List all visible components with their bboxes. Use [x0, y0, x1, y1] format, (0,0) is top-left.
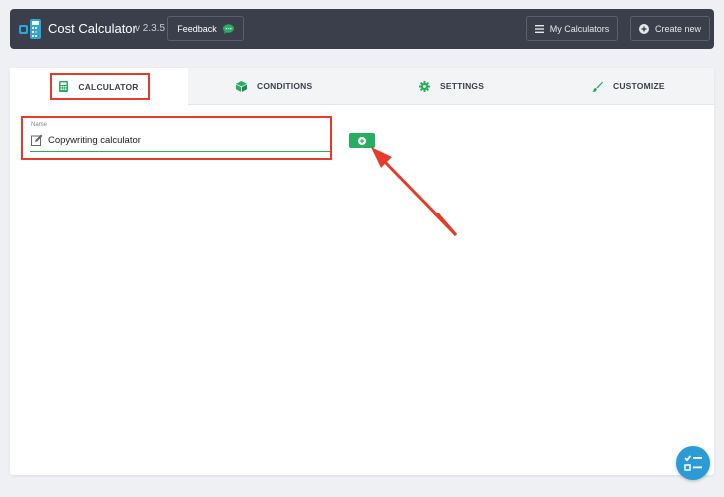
checklist-fab-button[interactable]: [676, 446, 710, 480]
checklist-icon: [684, 455, 702, 471]
pointer-arrow-icon: [371, 147, 458, 237]
